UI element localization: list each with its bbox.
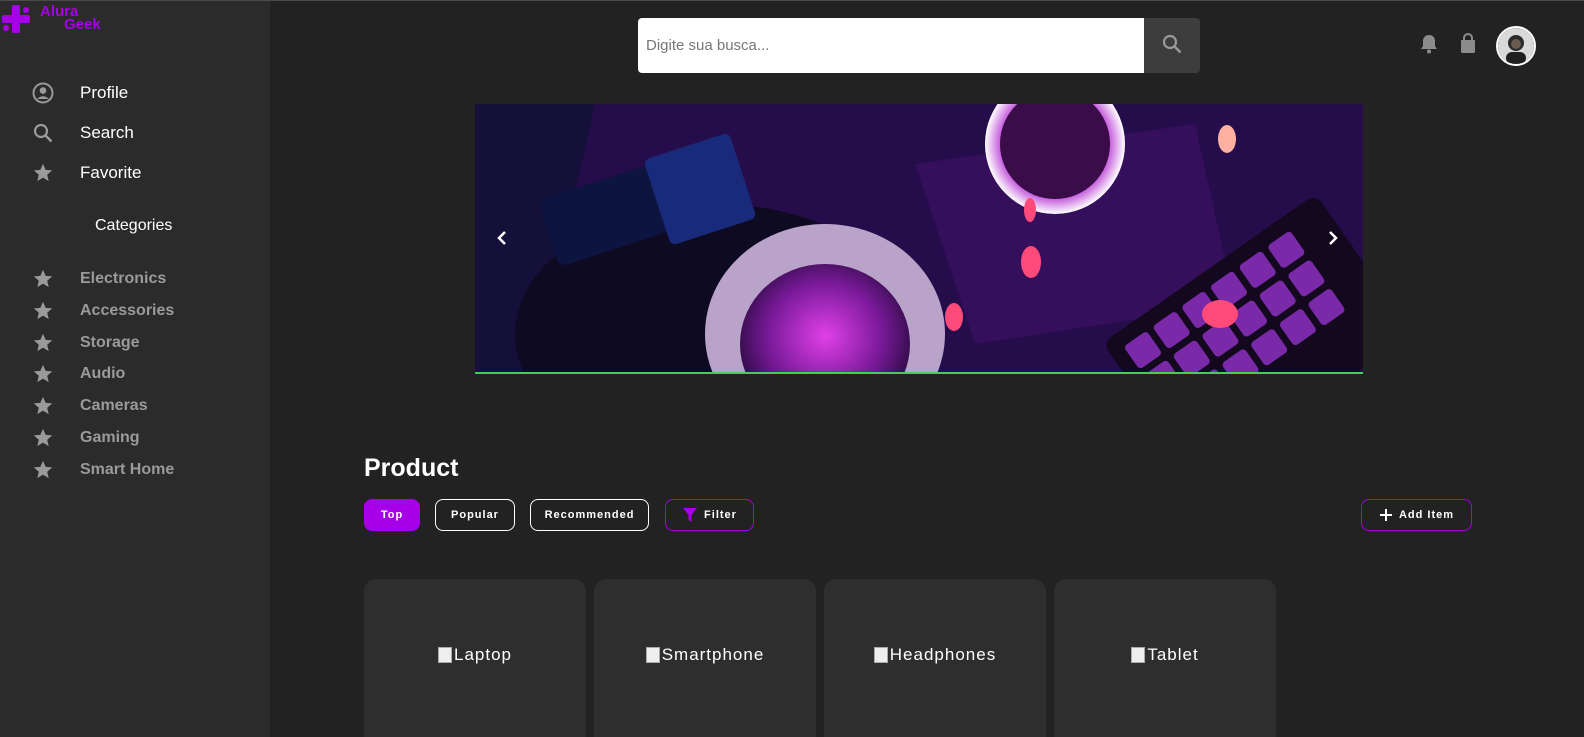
chevron-right-icon [1329,231,1338,245]
logo[interactable]: Alura Geek [2,2,112,36]
broken-image-icon [873,647,888,663]
nav-profile[interactable]: Profile [32,80,128,106]
search-icon [1161,33,1183,58]
nav-favorite[interactable]: Favorite [32,160,141,186]
filter-button[interactable]: Filter [665,499,754,531]
shopping-bag-icon[interactable] [1457,33,1479,55]
product-section-title: Product [364,454,459,482]
notification-bell-icon[interactable] [1418,33,1440,55]
product-image-placeholder: Laptop [364,645,586,665]
star-icon [32,332,54,354]
avatar[interactable] [1496,26,1536,66]
category-storage[interactable]: Storage [32,330,140,356]
star-icon [32,427,54,449]
nav-search-label: Search [80,123,134,142]
category-accessories[interactable]: Accessories [32,298,174,324]
category-label: Electronics [80,270,167,287]
product-alt-text: Tablet [1147,645,1199,664]
category-label: Cameras [80,397,148,414]
chevron-left-icon [497,231,506,245]
filter-recommended-button[interactable]: Recommended [530,499,649,531]
sidebar: Alura Geek Profile Search Favorite Categ… [0,1,270,737]
plus-icon [1379,509,1392,521]
add-item-button[interactable]: Add Item [1361,499,1472,531]
star-icon [32,459,54,481]
product-card-headphones[interactable]: Headphones [824,579,1046,737]
category-label: Accessories [80,302,175,319]
product-alt-text: Smartphone [661,645,765,664]
category-label: Gaming [80,429,140,446]
category-label: Audio [80,365,126,382]
gaming-setup-banner-image [475,104,1363,372]
product-image-placeholder: Headphones [824,645,1046,665]
filter-button-label: Filter [704,509,737,521]
product-card-laptop[interactable]: Laptop [364,579,586,737]
funnel-icon [683,508,698,522]
star-icon [32,395,54,417]
logo-text-line2: Geek [64,16,101,33]
broken-image-icon [645,647,660,663]
filter-top-button[interactable]: Top [364,499,420,531]
profile-icon [32,82,54,104]
carousel-next-button[interactable] [1323,228,1343,248]
category-smart-home[interactable]: Smart Home [32,457,174,483]
search-button[interactable] [1144,18,1200,73]
user-photo-icon [1498,28,1534,64]
category-label: Storage [80,334,140,351]
hero-carousel [475,104,1363,374]
search-bar [638,18,1200,73]
star-icon [32,162,54,184]
category-gaming[interactable]: Gaming [32,425,140,451]
category-label: Smart Home [80,461,175,478]
product-alt-text: Laptop [454,645,512,664]
star-icon [32,363,54,385]
search-icon [32,122,54,144]
carousel-prev-button[interactable] [492,228,512,248]
add-item-label: Add Item [1398,509,1455,521]
product-card-smartphone[interactable]: Smartphone [594,579,816,737]
nav-search[interactable]: Search [32,120,134,146]
broken-image-icon [1131,647,1146,663]
search-input[interactable] [638,18,1144,73]
star-icon [32,268,54,290]
broken-image-icon [438,647,452,663]
category-cameras[interactable]: Cameras [32,393,148,419]
category-electronics[interactable]: Electronics [32,266,166,292]
categories-title: Categories [95,217,173,234]
nav-favorite-label: Favorite [80,163,142,182]
filter-popular-button[interactable]: Popular [435,499,515,531]
product-image-placeholder: Smartphone [594,645,816,665]
product-card-tablet[interactable]: Tablet [1054,579,1276,737]
nav-profile-label: Profile [80,83,129,102]
star-icon [32,300,54,322]
product-alt-text: Headphones [889,645,997,664]
gamepad-logo-icon [2,5,30,33]
product-image-placeholder: Tablet [1054,645,1276,665]
category-audio[interactable]: Audio [32,361,125,387]
